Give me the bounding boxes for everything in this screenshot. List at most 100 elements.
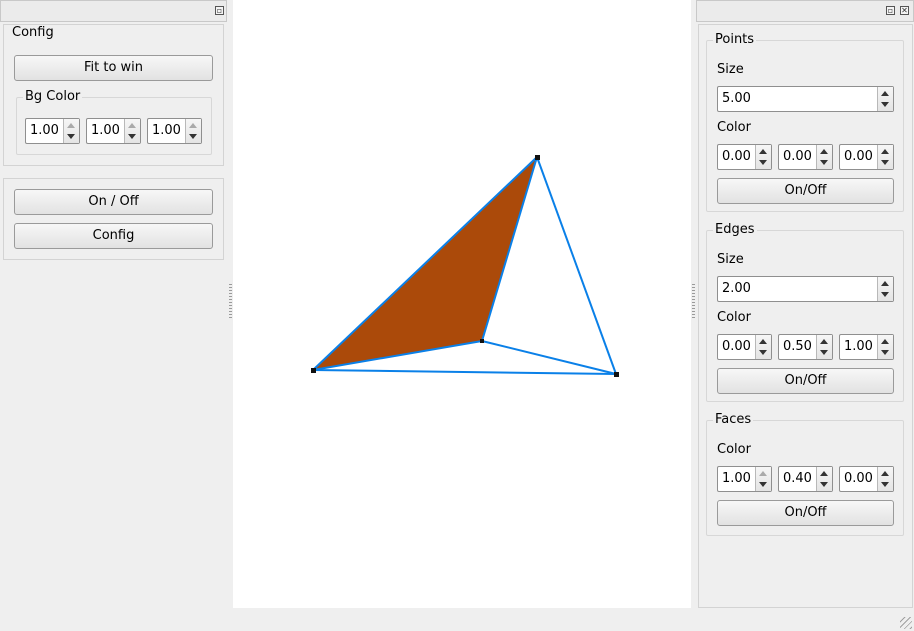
spin-value: 0.00 [722, 149, 751, 164]
faces-color-b-spinbox[interactable]: 0.00 [839, 466, 894, 492]
up-arrow-icon[interactable] [67, 123, 75, 128]
mesh-edge [481, 340, 617, 375]
spin-arrows[interactable] [755, 145, 771, 169]
spin-arrows[interactable] [755, 467, 771, 491]
spin-arrows[interactable] [877, 145, 893, 169]
fit-to-win-button[interactable]: Fit to win [14, 55, 213, 81]
bg-color-g-spinbox[interactable]: 1.00 [86, 118, 141, 144]
up-arrow-icon[interactable] [820, 339, 828, 344]
points-size-spinbox[interactable]: 5.00 [717, 86, 894, 112]
down-arrow-icon[interactable] [881, 102, 889, 107]
mesh-view [311, 155, 619, 377]
right-splitter-handle[interactable] [692, 284, 695, 320]
points-color-b-spinbox[interactable]: 0.00 [839, 144, 894, 170]
spin-value: 1.00 [30, 123, 59, 138]
mesh-edge [312, 369, 617, 375]
up-arrow-icon[interactable] [759, 471, 767, 476]
up-arrow-icon[interactable] [759, 339, 767, 344]
spin-value: 2.00 [722, 281, 751, 296]
down-arrow-icon[interactable] [820, 160, 828, 165]
spin-value: 1.00 [722, 471, 751, 486]
edges-size-label: Size [717, 252, 744, 267]
faces-title: Faces [713, 412, 754, 428]
down-arrow-icon[interactable] [881, 482, 889, 487]
down-arrow-icon[interactable] [189, 134, 197, 139]
down-arrow-icon[interactable] [759, 482, 767, 487]
points-toggle-button[interactable]: On/Off [717, 178, 894, 204]
edges-toggle-button[interactable]: On/Off [717, 368, 894, 394]
size-grip-icon[interactable] [900, 617, 912, 629]
up-arrow-icon[interactable] [820, 149, 828, 154]
up-arrow-icon[interactable] [128, 123, 136, 128]
down-arrow-icon[interactable] [881, 292, 889, 297]
spin-arrows[interactable] [816, 467, 832, 491]
spin-arrows[interactable] [816, 145, 832, 169]
spin-value: 0.00 [844, 471, 873, 486]
points-size-label: Size [717, 62, 744, 77]
down-arrow-icon[interactable] [820, 482, 828, 487]
float-icon[interactable]: ▫ [886, 6, 895, 15]
status-bar [0, 608, 914, 631]
config-group-title: Config [10, 25, 56, 41]
up-arrow-icon[interactable] [881, 281, 889, 286]
edges-title: Edges [713, 222, 757, 238]
bg-color-r-spinbox[interactable]: 1.00 [25, 118, 80, 144]
mesh-point [614, 372, 619, 377]
spin-arrows[interactable] [877, 335, 893, 359]
close-icon[interactable]: ✕ [900, 6, 909, 15]
spin-value: 1.00 [91, 123, 120, 138]
mesh-point [311, 368, 316, 373]
on-off-button[interactable]: On / Off [14, 189, 213, 215]
points-color-label: Color [717, 120, 751, 135]
edges-color-g-spinbox[interactable]: 0.50 [778, 334, 833, 360]
float-icon[interactable]: ▫ [215, 6, 224, 15]
bg-color-b-spinbox[interactable]: 1.00 [147, 118, 202, 144]
spin-value: 0.40 [783, 471, 812, 486]
spin-value: 1.00 [844, 339, 873, 354]
spin-arrows[interactable] [877, 87, 893, 111]
down-arrow-icon[interactable] [881, 160, 889, 165]
spin-arrows[interactable] [63, 119, 79, 143]
spin-arrows[interactable] [185, 119, 201, 143]
right-dock-titlebar: ▫ ✕ [696, 0, 914, 22]
spin-value: 5.00 [722, 91, 751, 106]
edges-color-label: Color [717, 310, 751, 325]
down-arrow-icon[interactable] [820, 350, 828, 355]
up-arrow-icon[interactable] [881, 91, 889, 96]
up-arrow-icon[interactable] [759, 149, 767, 154]
spin-arrows[interactable] [877, 467, 893, 491]
edges-size-spinbox[interactable]: 2.00 [717, 276, 894, 302]
up-arrow-icon[interactable] [189, 123, 197, 128]
faces-color-g-spinbox[interactable]: 0.40 [778, 466, 833, 492]
points-color-r-spinbox[interactable]: 0.00 [717, 144, 772, 170]
left-dock-titlebar: ▫ [0, 0, 227, 22]
spin-value: 0.00 [783, 149, 812, 164]
points-title: Points [713, 32, 757, 48]
spin-arrows[interactable] [755, 335, 771, 359]
spin-arrows[interactable] [877, 277, 893, 301]
faces-color-label: Color [717, 442, 751, 457]
mesh-point [535, 155, 540, 160]
points-color-g-spinbox[interactable]: 0.00 [778, 144, 833, 170]
edges-color-b-spinbox[interactable]: 1.00 [839, 334, 894, 360]
down-arrow-icon[interactable] [128, 134, 136, 139]
edges-color-r-spinbox[interactable]: 0.00 [717, 334, 772, 360]
up-arrow-icon[interactable] [881, 339, 889, 344]
mesh-edge [536, 156, 617, 375]
viewport-canvas[interactable] [233, 0, 691, 608]
down-arrow-icon[interactable] [759, 350, 767, 355]
down-arrow-icon[interactable] [881, 350, 889, 355]
left-dock: ▫ Config Fit to win Bg Color 1.00 1.00 1… [0, 0, 227, 608]
left-splitter-handle[interactable] [229, 284, 232, 320]
spin-arrows[interactable] [124, 119, 140, 143]
up-arrow-icon[interactable] [881, 471, 889, 476]
up-arrow-icon[interactable] [881, 149, 889, 154]
faces-toggle-button[interactable]: On/Off [717, 500, 894, 526]
spin-arrows[interactable] [816, 335, 832, 359]
down-arrow-icon[interactable] [759, 160, 767, 165]
spin-value: 0.00 [722, 339, 751, 354]
config-button[interactable]: Config [14, 223, 213, 249]
faces-color-r-spinbox[interactable]: 1.00 [717, 466, 772, 492]
down-arrow-icon[interactable] [67, 134, 75, 139]
up-arrow-icon[interactable] [820, 471, 828, 476]
